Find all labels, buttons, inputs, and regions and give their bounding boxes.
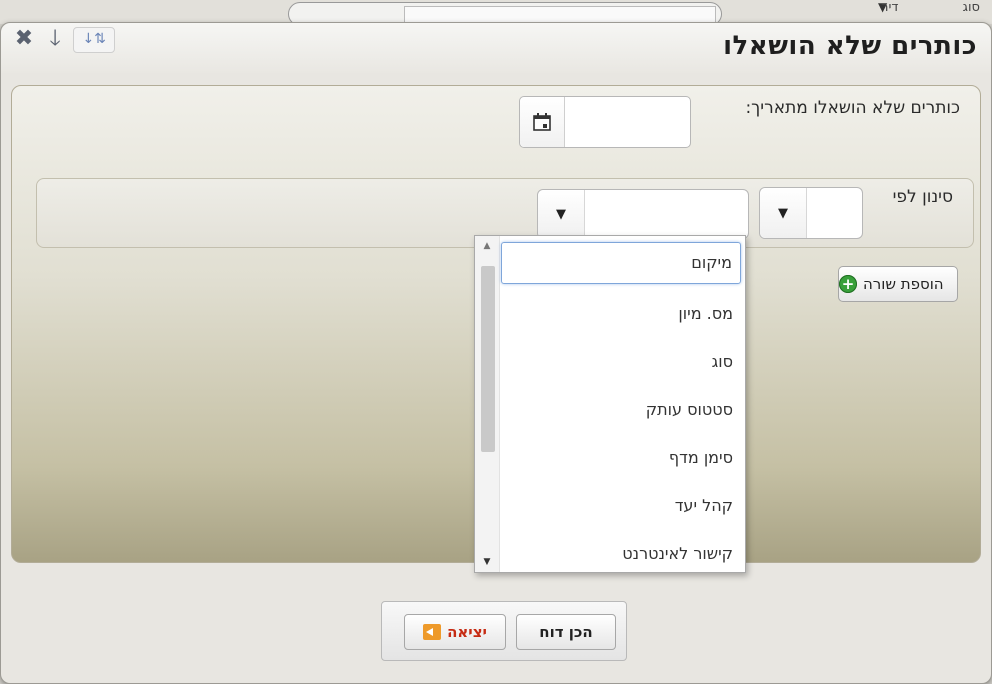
dropdown-option-target-audience[interactable]: קהל יעד — [501, 482, 741, 530]
exit-button[interactable]: יציאה — [404, 614, 506, 650]
exit-icon — [423, 624, 442, 640]
background-right-text: דיר — [881, 0, 899, 15]
filter-label: סינון לפי — [892, 187, 953, 207]
dialog-titlebar: ✖ 🡓 ↓⇅ כותרים שלא הושאלו — [1, 23, 991, 73]
close-icon[interactable]: ✖ — [11, 27, 37, 51]
sort-az-icon[interactable]: ↓⇅ — [73, 27, 116, 53]
arrow-down-icon[interactable]: 🡓 — [42, 27, 68, 51]
chevron-down-icon[interactable]: ▼ — [760, 188, 807, 238]
scroll-thumb[interactable] — [481, 266, 495, 452]
exit-label: יציאה — [447, 623, 487, 641]
dropdown-option-internet-link[interactable]: קישור לאינטרנט — [501, 530, 741, 578]
dropdown-scrollbar[interactable]: ▲ ▼ — [475, 236, 500, 572]
background-top-text: סוג דיר — [881, 0, 980, 15]
dropdown-options: מיקום מס. מיון סוג סטטוס עותק סימן מדף ק… — [501, 242, 741, 578]
date-label: כותרים שלא הושאלו מתאריך: — [745, 98, 960, 118]
chevron-down-icon[interactable]: ▼ — [538, 190, 585, 238]
scroll-up-icon[interactable]: ▲ — [475, 236, 499, 256]
dropdown-option-shelf-mark[interactable]: סימן מדף — [501, 434, 741, 482]
add-row-button[interactable]: הוספת שורה + — [838, 266, 958, 302]
background-type-label: סוג — [962, 0, 980, 15]
calendar-icon[interactable] — [520, 97, 565, 147]
add-row-label: הוספת שורה — [863, 275, 944, 293]
plus-icon: + — [839, 275, 857, 293]
dropdown-option-location[interactable]: מיקום — [501, 242, 741, 284]
dialog-toolbar: ✖ 🡓 ↓⇅ — [11, 27, 116, 53]
dropdown-option-copy-status[interactable]: סטטוס עותק — [501, 386, 741, 434]
filter-field-dropdown-list[interactable]: ▲ ▼ מיקום מס. מיון סוג סטטוס עותק סימן מ… — [474, 235, 746, 573]
filter-field-select[interactable]: ▼ — [537, 189, 749, 239]
date-field[interactable] — [519, 96, 691, 148]
prepare-report-label: הכן דוח — [539, 623, 593, 641]
filter-operator-select[interactable]: ▼ — [759, 187, 863, 239]
prepare-report-button[interactable]: הכן דוח — [516, 614, 616, 650]
background-page-strip: ▼ סוג דיר — [0, 0, 992, 26]
footer-button-group: הכן דוח יציאה — [381, 601, 627, 661]
scroll-down-icon[interactable]: ▼ — [475, 552, 499, 572]
dropdown-option-classification-number[interactable]: מס. מיון — [501, 290, 741, 338]
dialog-title: כותרים שלא הושאלו — [723, 31, 977, 61]
dropdown-option-type[interactable]: סוג — [501, 338, 741, 386]
